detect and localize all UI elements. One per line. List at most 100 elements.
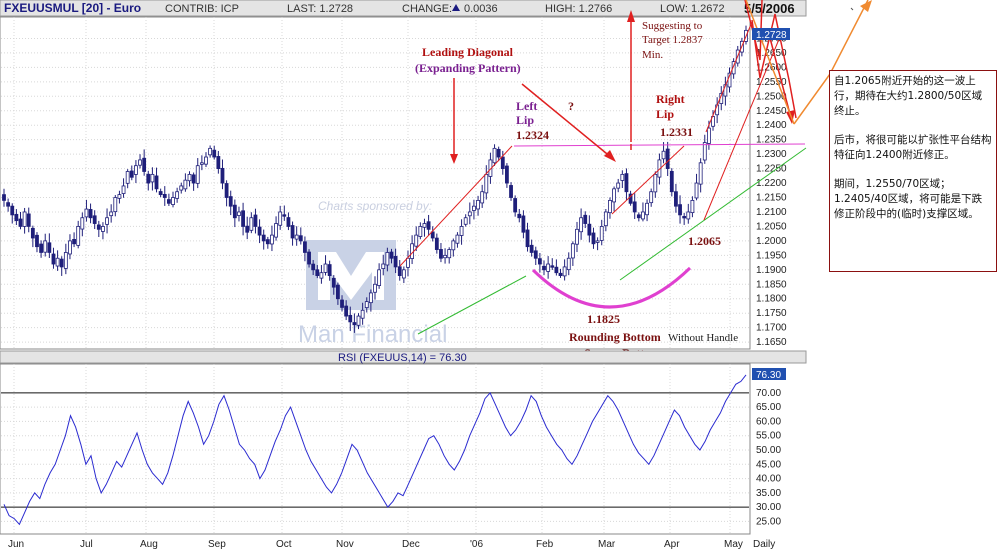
- candle-body: [472, 205, 476, 211]
- candle-body: [294, 234, 299, 240]
- candle-body: [570, 243, 575, 259]
- candle-body: [682, 216, 687, 219]
- candle-body: [665, 148, 670, 169]
- candle-body: [624, 173, 629, 193]
- candle-body: [492, 147, 497, 164]
- candle-body: [166, 199, 171, 204]
- target-label-2: Target 1.2837: [642, 34, 703, 46]
- candle-body: [484, 173, 489, 194]
- candle-body: [542, 265, 546, 271]
- candle-body: [509, 185, 513, 198]
- candle-body: [397, 266, 402, 276]
- price-tick-label: 1.2450: [756, 106, 787, 117]
- candle-body: [340, 299, 344, 308]
- candle-body: [311, 263, 316, 271]
- candle-body: [96, 224, 101, 230]
- candle-body: [47, 242, 52, 253]
- price-tick-label: 1.1900: [756, 265, 787, 276]
- note-paragraph-1: 自1.2065附近开始的这一波上行，期待在大约1.2800/50区域终止。: [834, 75, 983, 117]
- candle-body: [150, 173, 155, 183]
- candle-body: [43, 240, 48, 253]
- candle-body: [191, 174, 196, 184]
- candle-body: [368, 292, 373, 304]
- candle-body: [117, 194, 122, 199]
- candle-body: [195, 165, 200, 184]
- right-lip-label-2: Lip: [656, 107, 674, 121]
- candle-body: [546, 263, 551, 272]
- x-axis: Jun Jul Aug Sep Oct Nov Dec '06 Feb Mar Apr May Dail…: [8, 539, 775, 550]
- candle-body: [298, 235, 303, 242]
- price-axis: 1.27001.26501.26001.25501.25001.24501.24…: [756, 33, 787, 348]
- candle-body: [282, 214, 287, 217]
- candle-body: [138, 159, 142, 166]
- x-tick-label: Jun: [8, 539, 24, 550]
- candle-body: [216, 156, 221, 169]
- candle-body: [348, 314, 353, 323]
- candle-body: [88, 209, 93, 219]
- candle-body: [84, 208, 89, 218]
- x-tick-label: Jul: [80, 539, 93, 550]
- candle-body: [690, 200, 695, 214]
- price-tick-label: 1.1950: [756, 250, 787, 261]
- candle-body: [18, 218, 23, 227]
- candle-body: [257, 226, 262, 236]
- sponsor-text: Charts sponsored by:: [318, 199, 432, 213]
- candle-body: [344, 305, 349, 317]
- low-2065-label: 1.2065: [688, 234, 721, 248]
- candle-body: [575, 228, 579, 245]
- target-label-3: Min.: [642, 49, 663, 61]
- candle-body: [525, 229, 530, 248]
- candle-body: [22, 211, 27, 227]
- candle-body: [14, 213, 19, 222]
- candle-body: [678, 204, 682, 216]
- candle-body: [517, 213, 522, 219]
- candle-body: [55, 257, 60, 267]
- x-tick-label: '06: [470, 539, 483, 550]
- candle-body: [307, 251, 311, 265]
- rsi-tick-label: 40.00: [756, 474, 781, 485]
- candle-body: [228, 196, 233, 207]
- price-tick-label: 1.2050: [756, 221, 787, 232]
- candle-body: [608, 200, 612, 214]
- analysis-note: 自1.2065附近开始的这一波上行，期待在大约1.2800/50区域终止。 后市…: [829, 70, 997, 272]
- candle-body: [562, 266, 567, 277]
- x-tick-label: Feb: [536, 539, 554, 550]
- candle-body: [463, 217, 468, 225]
- symbol-title: FXEUUSMUL [20] - Euro: [4, 1, 141, 15]
- candle-body: [39, 243, 43, 253]
- candle-body: [352, 322, 357, 326]
- candle-body: [109, 211, 114, 217]
- candle-body: [612, 188, 616, 203]
- candle-body: [245, 225, 250, 233]
- candle-body: [249, 217, 254, 231]
- candle-body: [26, 213, 31, 227]
- candle-body: [199, 162, 204, 165]
- candle-body: [113, 197, 118, 213]
- candle-body: [63, 252, 68, 269]
- candle-body: [645, 202, 649, 216]
- candle-body: [51, 253, 56, 265]
- price-tick-label: 1.2300: [756, 149, 787, 160]
- x-tick-label: May: [724, 539, 743, 550]
- candle-body: [224, 183, 229, 198]
- candle-body: [406, 257, 410, 268]
- price-tick-label: 1.2150: [756, 193, 787, 204]
- candle-body: [6, 202, 11, 207]
- rsi-tick-label: 35.00: [756, 488, 781, 499]
- candle-body: [529, 244, 534, 253]
- candle-body: [385, 252, 390, 266]
- low-1825-label: 1.1825: [587, 312, 620, 326]
- candle-body: [265, 239, 270, 245]
- candle-body: [253, 214, 258, 227]
- candle-body: [241, 210, 245, 227]
- candle-body: [455, 234, 460, 244]
- candle-body: [162, 194, 167, 198]
- x-tick-label: Daily: [753, 539, 775, 550]
- candle-body: [364, 301, 369, 309]
- candle-body: [125, 171, 130, 184]
- candle-body: [327, 264, 332, 276]
- candle-body: [669, 171, 674, 193]
- x-tick-label: Mar: [598, 539, 616, 550]
- candle-body: [422, 223, 427, 228]
- price-tick-label: 1.1700: [756, 323, 787, 334]
